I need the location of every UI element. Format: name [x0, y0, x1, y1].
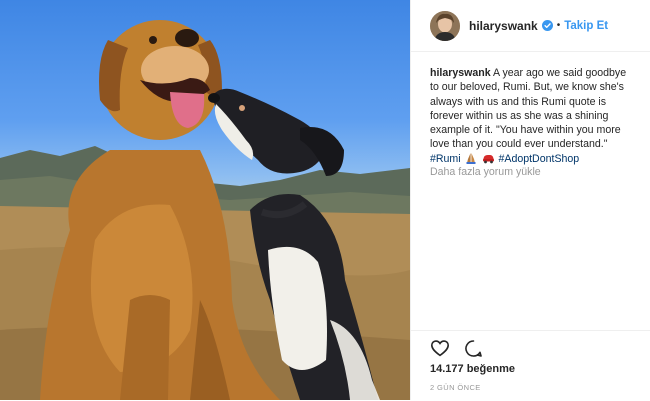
header-username[interactable]: hilaryswank	[469, 19, 538, 33]
car-emoji	[482, 154, 494, 164]
post-sidebar: hilaryswank • Takip Et hilaryswank A yea…	[410, 0, 650, 400]
heart-icon[interactable]	[430, 339, 450, 357]
separator-dot: •	[556, 20, 561, 31]
comment-icon[interactable]	[464, 339, 483, 358]
hashtag-adoptdontshop[interactable]: #AdoptDontShop	[498, 153, 579, 165]
avatar-image	[430, 10, 460, 41]
caption-text: A year ago we said goodbye to our belove…	[430, 67, 627, 151]
follow-button[interactable]: Takip Et	[564, 20, 608, 32]
action-icons	[430, 339, 483, 358]
post-actions: 14.177 beğenme 2 GÜN ÖNCE	[411, 330, 650, 401]
like-count[interactable]: 14.177 beğenme	[430, 363, 515, 375]
post-header: hilaryswank • Takip Et	[411, 0, 650, 52]
verified-badge-icon	[541, 20, 553, 31]
post-caption: hilaryswank A year ago we said goodbye t…	[430, 66, 630, 166]
load-more-comments-link[interactable]: Daha fazla yorum yükle	[430, 166, 541, 178]
avatar[interactable]	[430, 10, 460, 41]
praying-hands-emoji	[466, 152, 476, 164]
instagram-post: hilaryswank • Takip Et hilaryswank A yea…	[0, 0, 650, 400]
post-timestamp[interactable]: 2 GÜN ÖNCE	[430, 383, 481, 392]
hashtag-rumi[interactable]: #Rumi	[430, 153, 461, 165]
dogs-photo-illustration	[0, 20, 410, 400]
post-photo[interactable]	[0, 0, 410, 400]
caption-username[interactable]: hilaryswank	[430, 67, 491, 79]
